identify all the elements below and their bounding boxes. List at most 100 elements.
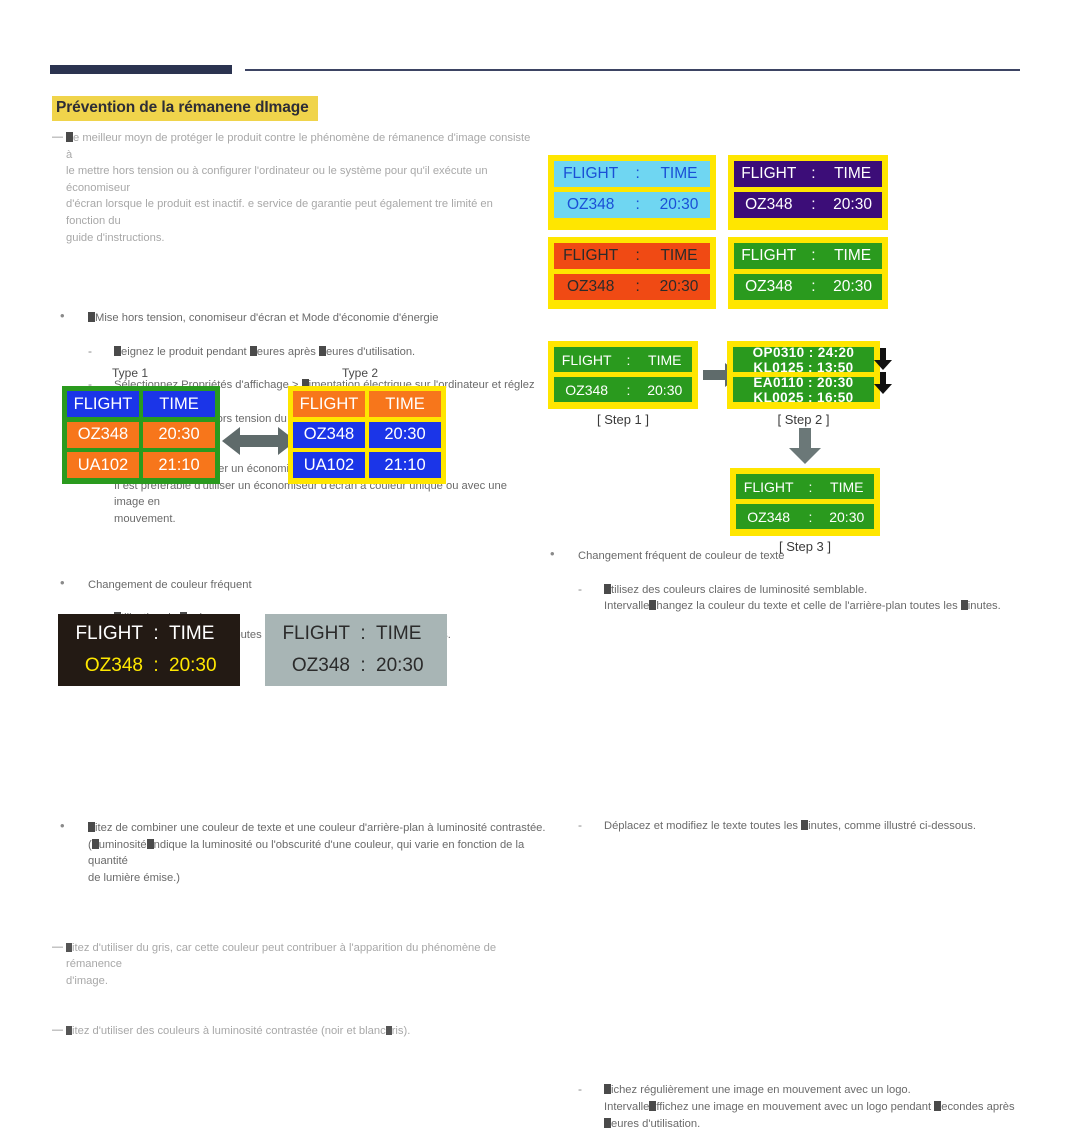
board-cell: TIME (834, 247, 872, 264)
board-header-row: FLIGHT : TIME (734, 243, 882, 269)
missing-glyph-icon (385, 1026, 392, 1036)
board-separator: : (811, 247, 816, 264)
contrast-board-dark: FLIGHT : TIME OZ348 : 20:30 (58, 614, 240, 686)
header-rule-thin (245, 69, 1020, 71)
header-rule-thick (50, 65, 232, 74)
missing-glyph-icon (88, 312, 95, 323)
board-separator: : (635, 165, 640, 182)
board-cell: OZ348 (566, 196, 615, 213)
board-value-row: OZ348 : 20:30 (554, 377, 692, 402)
bullet-color-change: • Changement de couleur fréquent (58, 575, 538, 594)
board-cell: 21:10 (369, 452, 441, 479)
board-separator: : (153, 623, 159, 644)
missing-glyph-icon (649, 1101, 657, 1111)
board-value-row: OZ348 : 20:30 (554, 274, 710, 300)
board-header-row: FLIGHT : TIME (736, 474, 874, 499)
step-1-board: FLIGHT : TIME OZ348 : 20:30 (548, 341, 698, 409)
missing-glyph-icon (66, 1026, 72, 1036)
missing-glyph-icon (146, 838, 154, 849)
step-3-board: FLIGHT : TIME OZ348 : 20:30 (730, 468, 880, 536)
flight-board-type-2: FLIGHT TIME OZ348 20:30 UA102 21:10 (288, 386, 446, 484)
board-cell: 20:30 (369, 421, 441, 448)
screensaver-line-3: mouvement. (114, 512, 176, 525)
board-cell: FLIGHT (293, 391, 365, 417)
note-avoid-gray: — itez d'utiliser du gris, car cette cou… (52, 940, 497, 987)
scroll-down-arrow-icon (873, 348, 893, 370)
missing-glyph-icon (91, 838, 99, 849)
board-separator: : (808, 508, 813, 525)
board-cell: FLIGHT (282, 623, 350, 644)
missing-glyph-icon (88, 822, 95, 833)
note-marker: — (52, 940, 63, 953)
board-scroll-row-1: OP0310 : 24:20 KL0125 : 13:50 (733, 347, 874, 372)
board-cell: FLIGHT (563, 247, 619, 264)
missing-glyph-icon (604, 583, 611, 594)
sub-marker: - (578, 1082, 582, 1097)
board-cell: 20:30 (659, 278, 699, 295)
bullet-marker: • (60, 308, 65, 324)
step-2-caption: [ Step 2 ] (777, 412, 830, 427)
bullet1-text: Mise hors tension, conomiseur d'écran et… (95, 312, 439, 325)
board-separator: : (635, 278, 640, 295)
step-2-board: OP0310 : 24:20 KL0125 : 13:50 EA0110 : 2… (727, 341, 880, 409)
board-cell: OZ348 (745, 196, 793, 213)
board-cell: FLIGHT (741, 247, 797, 264)
note-marker: — (52, 1024, 63, 1037)
color-board-green: FLIGHT : TIME OZ348 : 20:30 (728, 237, 888, 309)
board-separator: : (626, 351, 631, 368)
contrast-board-gray: FLIGHT : TIME OZ348 : 20:30 (265, 614, 447, 686)
sub-marker: - (578, 817, 582, 832)
flight-board-type-1: FLIGHT TIME OZ348 20:30 UA102 21:10 (62, 386, 220, 484)
screensaver-line-2: Il est préférable d'utiliser un économis… (114, 479, 507, 509)
swap-arrow-icon (222, 424, 296, 458)
board-value-row: OZ348 : 20:30 (51, 655, 247, 677)
color-board-cyan: FLIGHT : TIME OZ348 : 20:30 (548, 155, 716, 230)
note-avoid-contrast-colors: — itez d'utiliser des couleurs à luminos… (52, 1024, 411, 1038)
board-cell: 20:30 (829, 508, 865, 525)
sub-item-light-colors: - tilisez des couleurs claires de lumino… (578, 581, 1001, 613)
board-scroll-row-2: EA0110 : 20:30 KL0025 : 16:50 (733, 377, 874, 402)
board-cell: 21:10 (143, 452, 215, 479)
board-cell: TIME (648, 351, 682, 368)
board-header-row: FLIGHT : TIME (554, 161, 710, 187)
board-cell: TIME (169, 623, 215, 644)
board-separator: : (360, 655, 366, 676)
board-value-row: OZ348 : 20:30 (258, 655, 454, 677)
missing-glyph-icon (114, 345, 121, 356)
step-3-caption: [ Step 3 ] (778, 539, 832, 554)
missing-glyph-icon (604, 1084, 611, 1095)
board-cell: 20:30 (169, 655, 217, 676)
missing-glyph-icon (66, 942, 72, 952)
board-header-row: FLIGHT : TIME (554, 347, 692, 372)
color-board-orange: FLIGHT : TIME OZ348 : 20:30 (548, 237, 716, 309)
board-cell: OZ348 (565, 381, 609, 398)
type-1-label: Type 1 (111, 366, 149, 380)
board-separator: : (635, 247, 640, 264)
board-cell: FLIGHT (741, 165, 797, 182)
board-cell: UA102 (67, 452, 139, 479)
bullet-avoid-contrast: • itez de combiner une couleur de texte … (60, 818, 546, 885)
board-cell: OZ348 (747, 508, 791, 525)
board-cell: TIME (369, 391, 441, 417)
board-separator: : (626, 381, 631, 398)
board-separator: : (811, 196, 816, 213)
bullet2-text: Changement de couleur fréquent (88, 578, 252, 591)
board-cell: FLIGHT (743, 478, 794, 495)
intro-paragraph: — e meilleur moyn de protéger le produit… (52, 130, 532, 246)
board-cell: 20:30 (376, 655, 424, 676)
step-1-caption: [ Step 1 ] (596, 412, 650, 427)
board-header-row: FLIGHT : TIME (258, 623, 454, 645)
intro-line-1: e meilleur moyn de protéger le produit c… (66, 132, 531, 161)
board-separator: : (153, 655, 159, 676)
intro-marker: — (52, 131, 63, 143)
sub-marker: - (88, 343, 92, 358)
sub-item-moving-image-logo: - ichez régulièrement une image en mouve… (578, 1082, 1015, 1130)
board-cell: 20:30 (647, 381, 683, 398)
missing-glyph-icon (604, 1117, 611, 1128)
intro-line-4: guide d'instructions. (66, 231, 165, 244)
sub-item-turn-off: - eignez le produit pendant eures après … (88, 343, 416, 358)
board-cell: KL0125 : 13:50 (753, 359, 854, 373)
sub-item-move-text: - Déplacez et modifiez le texte toutes l… (578, 817, 977, 832)
board-cell: 20:30 (659, 196, 699, 213)
board-cell: OZ348 (84, 655, 143, 676)
